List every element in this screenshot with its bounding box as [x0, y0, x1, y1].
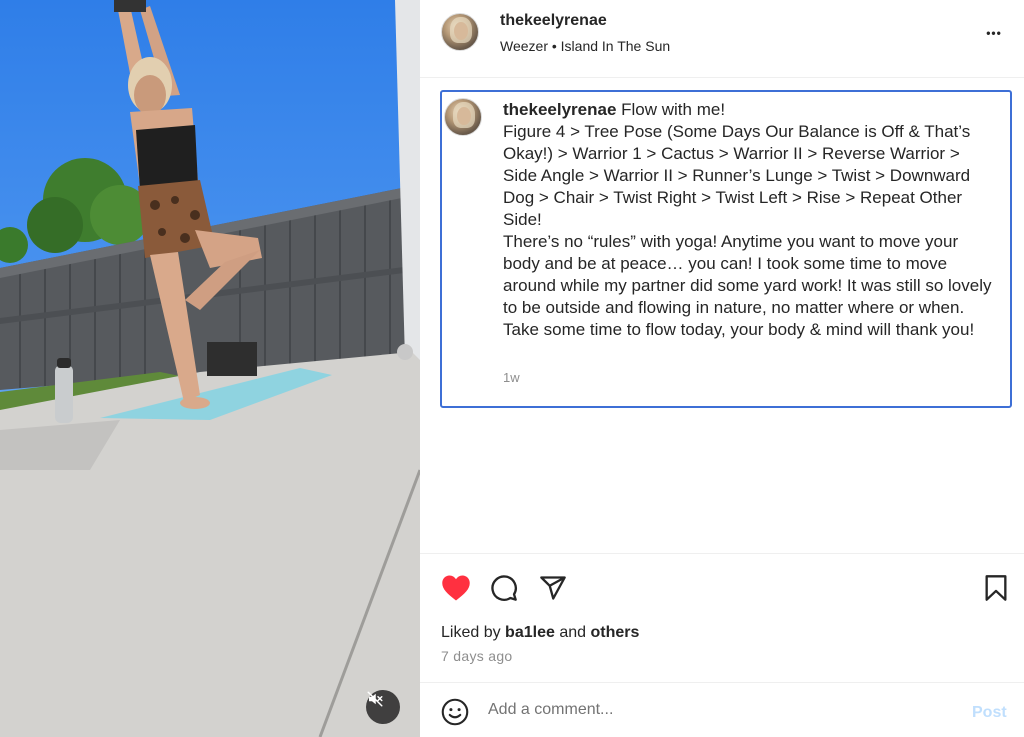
- comment-form: Post: [420, 682, 1024, 737]
- post-header: thekeelyrenae Weezer • Island In The Sun…: [420, 0, 1024, 78]
- author-avatar[interactable]: [441, 13, 479, 51]
- post-date[interactable]: 7 days ago: [441, 648, 513, 664]
- more-horizontal-icon: •••: [986, 26, 1002, 40]
- caption-section: thekeelyrenae Flow with me! Figure 4 > T…: [440, 90, 1012, 408]
- share-icon: [540, 576, 566, 600]
- likes-conj: and: [559, 624, 587, 641]
- comment-input[interactable]: [488, 695, 948, 725]
- save-button[interactable]: [980, 572, 1012, 604]
- share-button[interactable]: [537, 572, 569, 604]
- caption-avatar[interactable]: [444, 98, 482, 136]
- post-panel: thekeelyrenae Weezer • Island In The Sun…: [420, 0, 1024, 737]
- liked-by-user[interactable]: ba1lee: [505, 624, 555, 641]
- author-username[interactable]: thekeelyrenae: [500, 12, 607, 30]
- caption-text: thekeelyrenae Flow with me! Figure 4 > T…: [503, 99, 997, 341]
- caption-timestamp[interactable]: 1w: [503, 370, 520, 385]
- liked-by-others[interactable]: others: [590, 624, 639, 641]
- heart-filled-icon: [442, 575, 470, 601]
- post-comment-button[interactable]: Post: [972, 704, 1007, 722]
- bookmark-icon: [985, 575, 1007, 601]
- post-actions: Liked by ba1lee and others 7 days ago Po…: [420, 553, 1024, 737]
- post-media[interactable]: [0, 0, 420, 737]
- caption-username[interactable]: thekeelyrenae: [503, 100, 616, 119]
- caption-body: Flow with me! Figure 4 > Tree Pose (Some…: [503, 100, 992, 339]
- emoji-icon: [441, 698, 469, 726]
- like-button[interactable]: [440, 572, 472, 604]
- audio-track[interactable]: Weezer • Island In The Sun: [500, 38, 670, 54]
- comment-icon: [491, 575, 517, 601]
- yoga-photo: [0, 0, 420, 737]
- emoji-button[interactable]: [440, 697, 470, 727]
- comment-button[interactable]: [488, 572, 520, 604]
- likes-summary: Liked by ba1lee and others: [441, 624, 639, 642]
- more-options-button[interactable]: •••: [980, 22, 1008, 44]
- speaker-muted-icon: [367, 691, 383, 707]
- mute-button[interactable]: [366, 690, 400, 724]
- likes-prefix: Liked by: [441, 624, 501, 641]
